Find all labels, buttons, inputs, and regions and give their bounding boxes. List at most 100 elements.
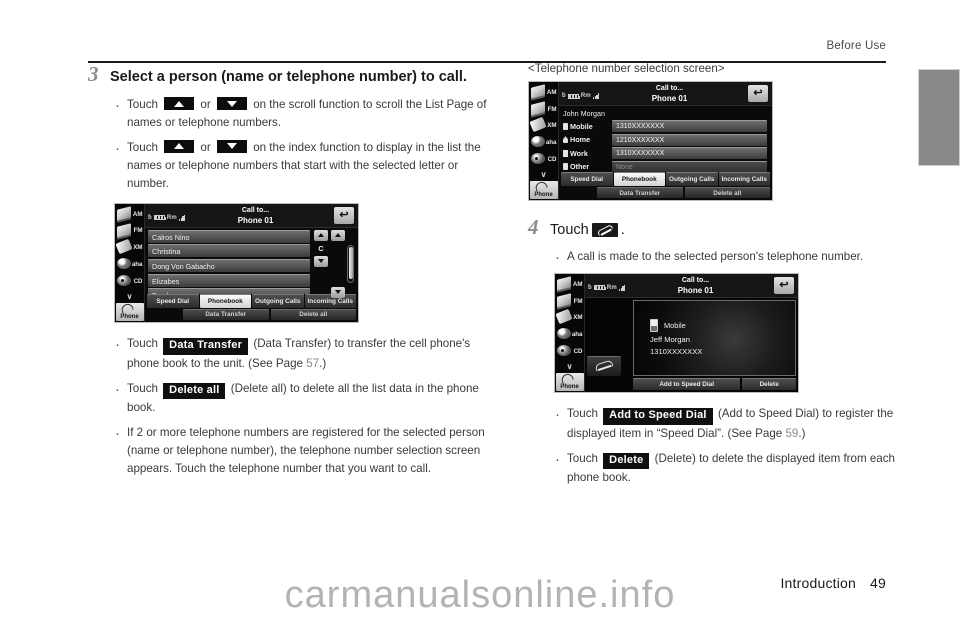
work-icon [563,149,568,157]
delete-all-button[interactable]: Delete all [684,187,770,198]
call-button[interactable] [587,355,621,376]
back-button-icon[interactable]: ↩ [334,206,354,224]
back-button-icon[interactable]: ↩ [748,85,768,102]
note-speed-dial-pre: Touch [567,406,598,420]
index-controls: C [313,229,329,294]
sidebar-item-aha[interactable]: aha [529,134,559,151]
sidebar-item-xm[interactable]: XM [529,117,559,134]
tab-outgoing-calls[interactable]: Outgoing Calls [666,172,718,186]
sidebar-item-aha[interactable]: aha [115,256,145,273]
call-type-label: Mobile [664,321,686,331]
sidebar-item-fm[interactable]: FM [555,292,585,310]
sidebar-item-cd[interactable]: CD [115,273,145,290]
radio-card-icon [556,276,571,291]
call-handset-key-icon[interactable] [591,223,618,237]
scrollbar-thumb[interactable] [348,246,353,279]
note-multiple-numbers: If 2 or more telephone numbers are regis… [114,422,488,478]
number-selection-caption: <Telephone number selection screen> [528,62,725,75]
sidebar-item-am-label: AM [546,88,557,96]
step-4-post: . [620,222,625,238]
list-item[interactable]: Dong Von Gabacho [148,259,310,273]
sidebar-item-am[interactable]: AM [555,276,585,293]
sidebar-item-cd[interactable]: CD [529,151,559,168]
list-item[interactable]: Calros Nino [148,229,310,243]
number-row-work[interactable]: Work 1310XXXXXXX [559,147,770,161]
tab-incoming-calls[interactable]: Incoming Calls [718,172,770,186]
tab-speed-dial[interactable]: Speed Dial [147,293,199,308]
sidebar-item-phone[interactable]: Phone [529,180,558,199]
chevron-down-icon[interactable]: ∨ [115,289,145,303]
tab-outgoing-calls[interactable]: Outgoing Calls [252,293,304,308]
number-value-other[interactable]: None [612,160,767,173]
sidebar-item-fm-label: FM [133,227,143,235]
note-delete-all: Touch Delete all (Delete all) to delete … [114,378,488,418]
scroll-up-arrow-icon[interactable] [164,97,195,110]
device-main: ƀ Rm Call to... Phone 01 ↩ Calros Nino C… [145,203,358,322]
note-data-transfer: Touch Data Transfer (Data Transfer) to t… [114,333,488,373]
number-label-mobile-text: Mobile [570,121,593,131]
phonebook-actions: Data Transfer Delete all [145,307,358,322]
handset-icon [119,302,134,314]
number-label-work-text: Work [570,148,588,158]
number-label-mobile: Mobile [563,122,609,131]
number-value-work[interactable]: 1310XXXXXXX [612,147,767,160]
data-transfer-button[interactable]: Data Transfer [597,187,683,198]
sidebar-item-aha-label: aha [131,260,143,268]
sidebar-item-fm[interactable]: FM [115,222,145,240]
sidebar-item-am[interactable]: AM [529,84,559,101]
delete-key-chip[interactable]: Delete [603,452,650,470]
number-selection-tabs: Speed Dial Phonebook Outgoing Calls Inco… [559,172,772,186]
index-up-button[interactable] [314,229,328,241]
chevron-down-icon[interactable]: ∨ [555,359,585,373]
sidebar-item-aha[interactable]: aha [555,326,585,343]
sidebar-item-phone-label: Phone [534,192,553,198]
scrollbar[interactable] [347,244,354,283]
sidebar-item-fm-label: FM [547,105,557,113]
delete-all-key-chip[interactable]: Delete all [163,382,226,400]
number-selection-screen-image: AM FM XM aha CD ∨ Phone ƀ Rm Call to... … [528,81,773,201]
page-edge-tab [918,69,960,166]
delete-button[interactable]: Delete [742,377,796,390]
number-value-mobile[interactable]: 1310XXXXXXX [612,120,767,132]
list-item[interactable]: Christina [148,244,310,258]
tab-speed-dial[interactable]: Speed Dial [561,172,613,186]
tab-phonebook[interactable]: Phonebook [199,293,251,308]
list-item[interactable]: Elizabes [148,273,310,287]
sidebar-item-xm[interactable]: XM [115,239,145,256]
scroll-down-arrow-icon[interactable] [216,97,247,110]
step-3: 3 Select a person (name or telephone num… [88,62,488,87]
index-down-button[interactable] [314,255,328,267]
call-screen-body: Mobile Jeff Morgan 1310XXXXXXX [585,297,798,378]
step-3-notes: Touch Data Transfer (Data Transfer) to t… [88,333,488,478]
add-to-speed-dial-key-chip[interactable]: Add to Speed Dial [603,407,713,425]
antenna-wand-icon [115,239,133,255]
number-row-home[interactable]: Home 1210XXXXXXX [559,133,770,148]
number-value-home[interactable]: 1210XXXXXXX [612,133,767,146]
data-transfer-button[interactable]: Data Transfer [183,308,269,320]
note-speed-dial-tail: .) [798,426,806,440]
tab-phonebook[interactable]: Phonebook [613,172,665,186]
chevron-down-icon[interactable]: ∨ [529,168,559,182]
sidebar-item-phone[interactable]: Phone [115,302,144,321]
radio-card-icon [556,292,571,308]
phonebook-list-body: Calros Nino Christina Dong Von Gabacho E… [145,227,358,302]
index-up-arrow-icon[interactable] [164,139,195,153]
add-to-speed-dial-button[interactable]: Add to Speed Dial [633,377,741,390]
scroll-up-button[interactable] [331,229,345,241]
handset-icon [594,359,614,372]
sidebar-item-phone[interactable]: Phone [555,372,584,391]
phonebook-list: Calros Nino Christina Dong Von Gabacho E… [145,228,312,302]
note-data-transfer-pageref: 57 [306,356,320,370]
bullet-scroll-pre: Touch [127,98,158,111]
back-button-icon[interactable]: ↩ [774,276,794,294]
antenna-wand-icon [555,309,573,325]
sidebar-item-am[interactable]: AM [115,206,145,223]
sidebar-item-xm[interactable]: XM [555,309,585,326]
sidebar-item-fm[interactable]: FM [529,100,559,118]
scroll-down-button[interactable] [331,286,345,298]
data-transfer-key-chip[interactable]: Data Transfer [163,337,249,355]
number-row-mobile[interactable]: Mobile 1310XXXXXXX [559,120,770,134]
delete-all-button[interactable]: Delete all [270,308,356,320]
index-down-arrow-icon[interactable] [216,139,247,153]
sidebar-item-cd[interactable]: CD [555,343,585,360]
